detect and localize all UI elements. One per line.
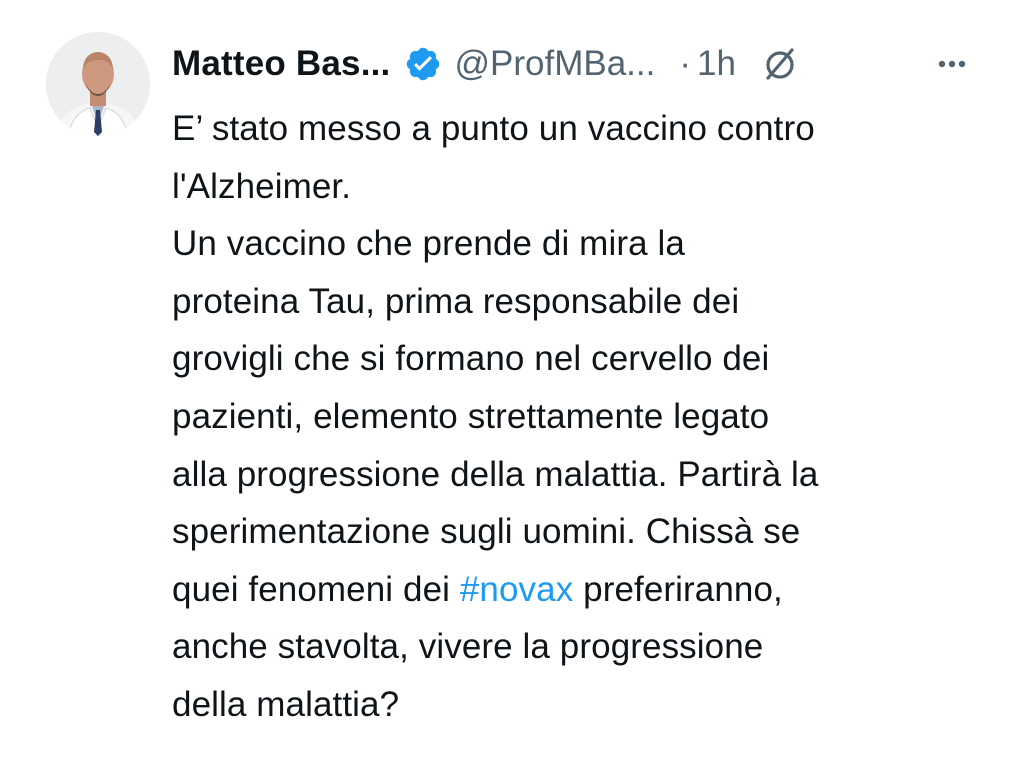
more-options-icon[interactable] (932, 44, 972, 84)
author-handle[interactable]: @ProfMBa... (454, 44, 655, 84)
tweet-text-line: l'Alzheimer. (172, 166, 352, 206)
tweet-text-line: Un vaccino che prende di mira la (172, 224, 685, 264)
tweet-header: Matteo Bas... @ProfMBa... · 1h (172, 38, 992, 90)
tweet-text-line: sperimentazione sugli uomini. Chissà se (172, 512, 801, 552)
author-display-name[interactable]: Matteo Bas... (172, 44, 390, 84)
profile-photo (46, 32, 150, 136)
author-avatar[interactable] (46, 32, 150, 136)
time-separator: · (679, 44, 691, 83)
tweet-text: E’ stato messo a punto un vaccino contro… (172, 100, 1002, 734)
grok-icon[interactable] (760, 44, 800, 84)
hashtag-line-after: preferiranno, (573, 569, 783, 609)
verified-badge-icon[interactable] (404, 45, 442, 83)
tweet-text-line: pazienti, elemento strettamente legato (172, 396, 770, 436)
tweet-timestamp[interactable]: 1h (697, 44, 736, 84)
tweet-text-line: alla progressione della malattia. Partir… (172, 454, 819, 494)
hashtag-line-before: quei fenomeni dei (172, 569, 460, 609)
hashtag-link[interactable]: #novax (460, 570, 573, 609)
tweet-text-line: grovigli che si formano nel cervello dei (172, 339, 770, 379)
tweet[interactable]: Matteo Bas... @ProfMBa... · 1h E’ stato … (0, 0, 1024, 760)
tweet-text-line: E’ stato messo a punto un vaccino contro (172, 109, 815, 148)
tweet-text-line: della malattia? (172, 684, 400, 724)
tweet-text-line-hashtag: quei fenomeni dei #novax preferiranno, (172, 561, 1002, 619)
tweet-text-line: proteina Tau, prima responsabile dei (172, 281, 740, 321)
tweet-text-line: anche stavolta, vivere la progressione (172, 627, 764, 667)
